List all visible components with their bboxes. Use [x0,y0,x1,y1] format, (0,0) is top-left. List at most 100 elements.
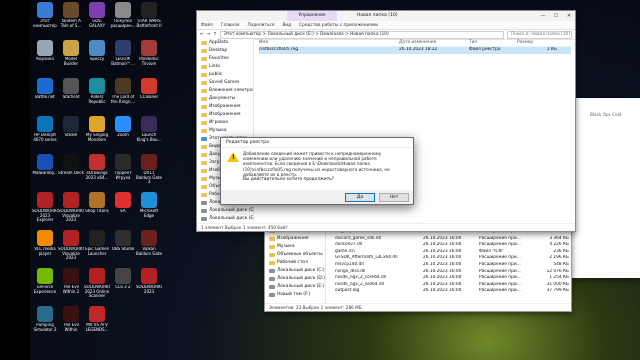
nav-item[interactable]: Saved Games [197,79,253,87]
desktop-icon[interactable]: MX VS ATV LEGENDS... [84,306,110,332]
desktop-icon[interactable]: Launch King's Bou... [136,116,162,142]
nav-item[interactable]: Локальный диск (E:) [197,215,253,223]
file-row[interactable]: nvsdk_ngx_2_sse64.dll 26.10.2023 16:00 Рас… [335,282,571,289]
desktop-icon[interactable]: Starfield [58,78,84,100]
nav-item[interactable]: Изображения [197,111,253,119]
desktop-icon[interactable]: Pandemic Trivium [136,40,162,66]
desktop-icon[interactable]: Stream Deck [58,154,84,176]
desktop-icon-label: HP Deskjet 4670 series [33,133,57,142]
back-file-list[interactable]: dbghelp.dll26.10.2023 16:00Расширение пр… [335,229,571,295]
nav-item[interactable]: Изображения [197,103,253,111]
desktop-icon[interactable]: CCleaner [136,78,162,100]
file-row[interactable]: GFSDK_Aftermath_Lib.x64.dll 26.10.2023 16… [335,255,571,262]
desktop-icon[interactable]: Корзина [32,40,58,62]
nav-item[interactable]: Новый том (F:) [265,291,325,299]
desktop-icon[interactable]: My Singing Monsters [84,116,110,142]
search-input[interactable]: Поиск в: Новая папка (10) [507,30,572,39]
nav-item[interactable]: Favorites [197,55,253,63]
nav-item[interactable]: Изображения [265,235,325,243]
forward-arrow-icon[interactable]: → [207,32,211,37]
up-arrow-icon[interactable]: ↑ [213,32,217,37]
file-row[interactable]: outpost.log 26.10.2023 16:00 Расширение пр… [335,288,571,295]
desktop-icon[interactable]: GOG GALAXY [84,2,110,28]
desktop-icon[interactable]: Epic Games Launcher [84,230,110,256]
address-path[interactable]: Этот компьютер > Локальный диск (E:) > D… [219,30,504,39]
nav-item[interactable]: Игровое [197,119,253,127]
nav-item[interactable]: Локальный диск (D:) [265,275,325,283]
ribbon-tab[interactable]: Файл [201,23,213,28]
ribbon-tab[interactable]: Средства работы с приложениями [299,23,378,28]
nav-item[interactable]: Локальный диск (E:) [265,283,325,291]
desktop-icon[interactable]: GeForce Experience [32,268,58,294]
file-row[interactable]: game.icn 26.10.2023 16:00 Файл "ICN" 236 КБ [335,249,571,256]
desktop-icon[interactable]: SOLIDWORKS 2023 [136,268,162,294]
desktop-icon[interactable]: CLS 2 2 [110,268,136,290]
desktop-icon[interactable]: STAR WARS Battlefront II [136,2,162,28]
desktop-icon[interactable]: Riders Republic [84,78,110,104]
desktop-icon[interactable]: Этот компьютер [32,2,58,28]
nav-item[interactable]: Музыка [265,243,325,251]
ribbon-tab[interactable]: Вид [282,23,291,28]
ribbon-tab[interactable]: Поделиться [247,23,274,28]
desktop-icon[interactable]: OBS Studio [110,230,136,252]
desktop-icon[interactable]: Model Builder [58,40,84,66]
nav-item[interactable]: Links [197,63,253,71]
ribbon-context-tab[interactable]: Управление [287,11,337,21]
desktop-icon[interactable]: DX11 Baldurs Gate 3 [136,154,162,185]
nav-item[interactable]: Рабочий стол [265,259,325,267]
file-row[interactable]: cinfbsccsflo05.reg 26.10.2023 18:22 Файл р… [259,47,571,54]
desktop-icon[interactable]: Zoom [110,116,136,138]
nav-item[interactable]: Документы [197,95,253,103]
column-header[interactable]: Размер [517,39,557,46]
nav-item[interactable]: AppData [197,39,253,47]
yes-button[interactable]: Да [345,193,375,202]
maximize-icon[interactable]: ☐ [550,11,562,21]
desktop-icon[interactable]: Tandem A Tale of S... [58,2,84,28]
column-header[interactable]: Тип [469,39,517,46]
desktop-icon[interactable]: LEGO® Batman™... [110,40,136,66]
nav-item[interactable]: Объемные объекты [265,251,325,259]
close-icon[interactable]: ✕ [563,11,575,21]
file-row[interactable]: discord_game_sdk.dll 26.10.2023 16:00 Расш… [335,236,571,243]
file-row[interactable]: nvngx_dlss.dll 26.10.2023 16:00 Расширение… [335,269,571,276]
nav-item[interactable]: Вложения электрон [197,87,253,95]
nav-item[interactable]: Музыка [197,127,253,135]
nav-item[interactable]: Desktop [197,47,253,55]
column-header[interactable]: Дата изменения [399,39,469,46]
app-icon [141,192,157,208]
file-row[interactable]: dxilconv7.dll 26.10.2023 16:00 Расширение … [335,242,571,249]
desktop-icon[interactable]: eDrawings 2023 x64... [84,154,110,180]
back-arrow-icon[interactable]: ← [200,32,204,37]
desktop-icon[interactable]: Shop Titans [84,192,110,214]
explorer-window-back[interactable]: ЗагрузкиИзображенияМузыкаОбъемные объект… [264,226,572,312]
desktop-icon[interactable]: VLC media player [32,230,58,256]
minimize-icon[interactable]: — [537,11,549,21]
desktop-icon[interactable]: HP Deskjet 4670 series [32,116,58,142]
file-list[interactable]: cinfbsccsflo05.reg 26.10.2023 18:22 Файл р… [259,47,571,54]
nav-item[interactable]: public [197,71,253,79]
desktop-icon[interactable]: SOLIDWORKS Visualize 2023 [58,230,84,261]
desktop-icon[interactable]: Battle.net [32,78,58,100]
file-row[interactable]: nvsdk_ngx_2_core64.dll 26.10.2023 16:00 Ра… [335,275,571,282]
desktop-icon[interactable]: The Lord of the Rings:... [110,78,136,104]
desktop-icon[interactable]: Торрент Игруха [110,154,136,180]
nav-item[interactable]: Локальный диск (C:) [265,267,325,275]
desktop-icon[interactable]: SOLIDWORKS 2023 Online Scanner [84,268,110,299]
file-row[interactable]: msvcp140.dll 26.10.2023 16:00 Расширение п… [335,262,571,269]
desktop-icon[interactable]: The Evil Within [58,306,84,332]
no-button[interactable]: Нет [379,193,409,202]
nav-item[interactable]: Локальный диск (D:) [197,207,253,215]
desktop-icon[interactable]: Steam [58,116,84,138]
desktop-icon[interactable]: Vulkan Baldurs Gate [136,230,162,256]
column-header[interactable]: Имя [259,39,399,46]
desktop-icon[interactable]: Pumping Simulator 2 [32,306,58,332]
desktop-icon[interactable]: Speccy [84,40,110,62]
desktop-icon[interactable]: EA [110,192,136,214]
desktop-icon[interactable]: SOLIDWORKS 2023 Explorer [32,192,58,223]
desktop-icon[interactable]: The Evil Within 2 [58,268,84,294]
desktop-icon[interactable]: Покупка расширен... [110,2,136,28]
desktop-icon[interactable]: Malwareby... [32,154,58,176]
desktop-icon[interactable]: Microsoft Edge [136,192,162,218]
desktop-icon[interactable]: SOLIDWORKS Visualize 2023 [58,192,84,223]
ribbon-tab[interactable]: Главная [221,23,240,28]
